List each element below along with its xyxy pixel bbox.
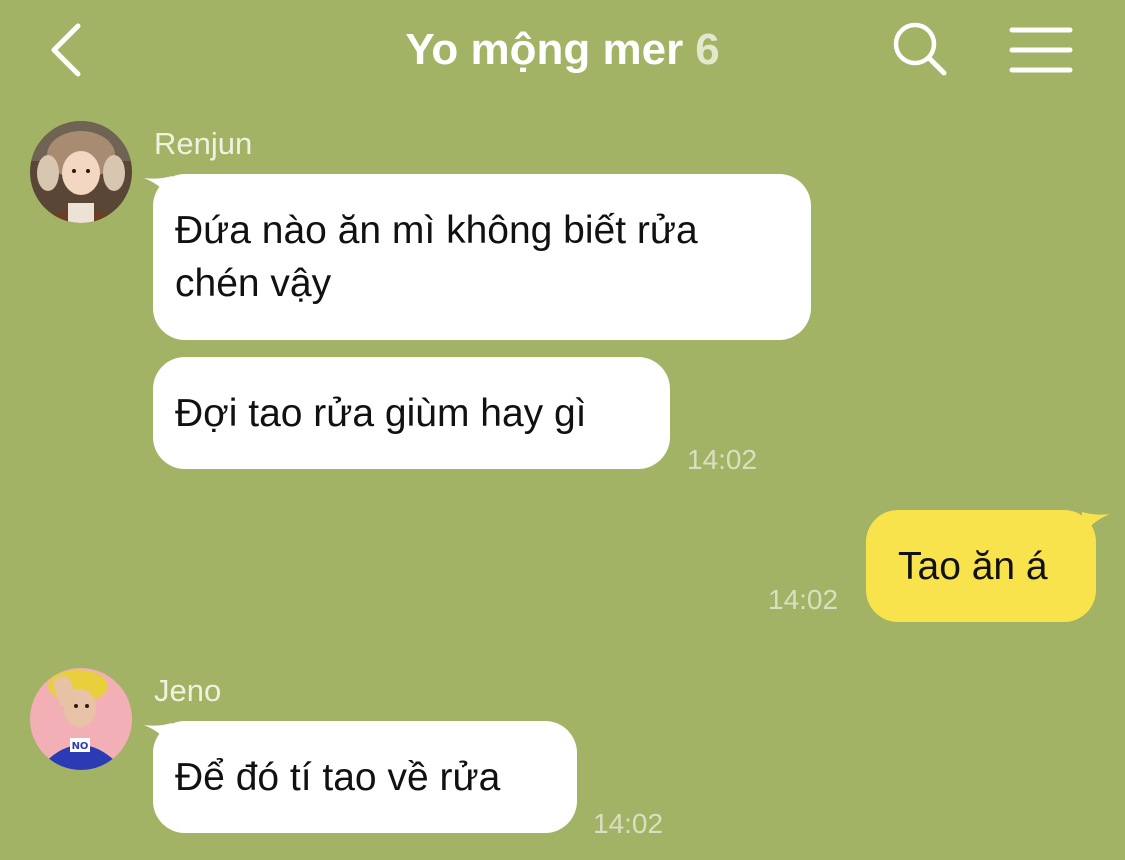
message-time: 14:02 bbox=[593, 808, 664, 839]
chat-title: Yo mộng mer 6 bbox=[300, 22, 825, 78]
message-text: Tao ăn á bbox=[898, 544, 1048, 588]
message-time: 14:02 bbox=[768, 584, 839, 615]
sender-name-renjun: Renjun bbox=[154, 126, 253, 161]
menu-button[interactable] bbox=[1004, 18, 1078, 82]
chevron-left-icon bbox=[51, 23, 81, 77]
message-text: Đứa nào ăn mì không biết rửa chén vậy bbox=[175, 209, 698, 305]
message-text: Đợi tao rửa giùm hay gì bbox=[175, 391, 587, 435]
message-bubble-outgoing[interactable]: Tao ăn á bbox=[866, 510, 1096, 622]
message-bubble[interactable]: Đứa nào ăn mì không biết rửa chén vậy bbox=[153, 174, 811, 340]
avatar-renjun[interactable] bbox=[30, 121, 132, 223]
avatar-jeno[interactable]: NO bbox=[30, 668, 132, 770]
message-time: 14:02 bbox=[687, 444, 758, 475]
search-icon bbox=[893, 22, 947, 76]
search-button[interactable] bbox=[888, 18, 952, 82]
message-bubble[interactable]: Để đó tí tao về rửa bbox=[153, 721, 577, 833]
chat-title-text: Yo mộng mer bbox=[405, 25, 684, 74]
back-button[interactable] bbox=[40, 18, 100, 82]
hamburger-menu-icon bbox=[1009, 27, 1073, 73]
sender-name-jeno: Jeno bbox=[154, 673, 222, 708]
bubble-tail bbox=[1082, 512, 1110, 538]
svg-text:NO: NO bbox=[72, 741, 89, 752]
chat-header: Yo mộng mer 6 bbox=[0, 0, 1125, 100]
member-count: 6 bbox=[695, 25, 720, 74]
message-text: Để đó tí tao về rửa bbox=[175, 755, 501, 799]
message-bubble[interactable]: Đợi tao rửa giùm hay gì bbox=[153, 357, 670, 469]
